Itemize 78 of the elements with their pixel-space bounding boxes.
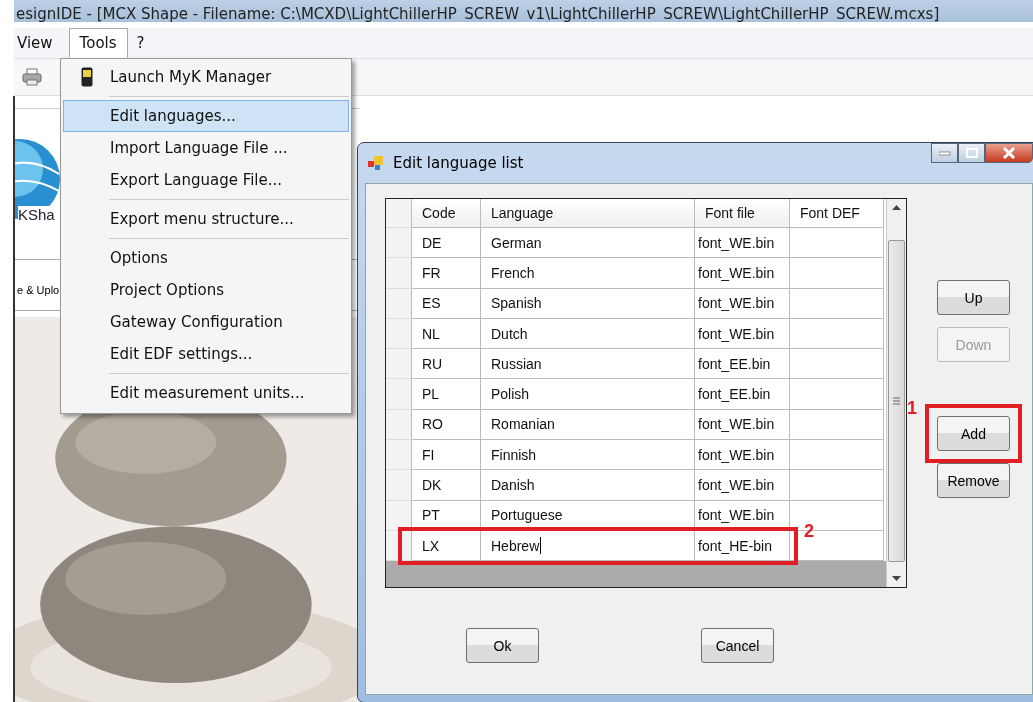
row-header[interactable]: [386, 500, 412, 531]
table-cell: NL: [412, 318, 481, 350]
scrollbar[interactable]: [886, 199, 906, 587]
menu-item[interactable]: Project Options: [63, 274, 349, 306]
table-cell: DK: [412, 470, 481, 501]
table-cell: FI: [412, 440, 481, 471]
grip-icon: [893, 397, 900, 405]
table-cell: French: [481, 258, 695, 289]
table-row[interactable]: FI Finnish font_WE.bin: [386, 440, 886, 471]
column-header[interactable]: Code: [412, 199, 481, 228]
restore-button[interactable]: [958, 143, 985, 163]
column-header[interactable]: Language: [481, 199, 695, 228]
close-icon: [1002, 147, 1016, 159]
menu-item[interactable]: Import Language File ...: [63, 132, 349, 164]
table-cell: Spanish: [481, 288, 695, 319]
table-cell: FR: [412, 258, 481, 289]
table-cell: font_WE.bin: [695, 470, 790, 501]
table-row[interactable]: ES Spanish font_WE.bin: [386, 288, 886, 319]
menu-item[interactable]: ?: [133, 28, 157, 58]
side-button[interactable]: Remove: [937, 463, 1010, 498]
table-cell: RU: [412, 349, 481, 380]
dialog-title: Edit language list: [393, 154, 524, 172]
menu-item[interactable]: Edit EDF settings...: [63, 338, 349, 370]
table-cell: Dutch: [481, 318, 695, 350]
menu-item[interactable]: Gateway Configuration: [63, 306, 349, 338]
app-icon: [367, 155, 385, 171]
restore-icon: [965, 148, 978, 158]
menu-item[interactable]: Export menu structure...: [63, 203, 349, 235]
table-row[interactable]: NL Dutch font_WE.bin: [386, 318, 886, 350]
menu-item[interactable]: Launch MyK Manager: [63, 61, 349, 93]
table-row[interactable]: PL Polish font_EE.bin: [386, 379, 886, 410]
down-arrow-icon[interactable]: [892, 576, 901, 581]
table-cell: font_EE.bin: [695, 349, 790, 380]
table-row[interactable]: FR French font_WE.bin: [386, 258, 886, 289]
table-cell: DE: [412, 228, 481, 259]
text-cursor: [540, 537, 542, 555]
column-header[interactable]: Font file: [695, 199, 790, 228]
table-cell: PL: [412, 379, 481, 410]
menu-item[interactable]: Export Language File...: [63, 164, 349, 196]
minimize-icon: [938, 150, 951, 156]
table-cell: RO: [412, 409, 481, 441]
table-cell: font_WE.bin: [695, 228, 790, 259]
table-cell: font_EE.bin: [695, 379, 790, 410]
table-cell: Polish: [481, 379, 695, 410]
callout-number: 1: [907, 398, 917, 419]
up-arrow-icon[interactable]: [892, 205, 901, 210]
table-cell: Danish: [481, 470, 695, 501]
menu-item[interactable]: View: [14, 28, 65, 58]
table-cell: Romanian: [481, 409, 695, 441]
side-button[interactable]: Add: [937, 416, 1010, 451]
printer-icon[interactable]: [22, 68, 42, 86]
table-row[interactable]: DE German font_WE.bin: [386, 228, 886, 259]
table-cell: font_WE.bin: [695, 318, 790, 350]
table-cell: font_WE.bin: [695, 258, 790, 289]
side-button[interactable]: Up: [937, 280, 1010, 315]
table-cell: Finnish: [481, 440, 695, 471]
menu-item[interactable]: Edit languages...: [63, 100, 349, 132]
minimize-button[interactable]: [931, 143, 958, 163]
column-header[interactable]: Font DEF: [790, 199, 884, 228]
table-row[interactable]: RU Russian font_EE.bin: [386, 349, 886, 380]
dialog-button[interactable]: Ok: [466, 628, 539, 663]
menu-item[interactable]: Tools: [68, 28, 128, 58]
table-cell: ES: [412, 288, 481, 319]
table-row[interactable]: DK Danish font_WE.bin: [386, 470, 886, 501]
table-cell: Russian: [481, 349, 695, 380]
dialog-button[interactable]: Cancel: [701, 628, 774, 663]
table-row[interactable]: RO Romanian font_WE.bin: [386, 409, 886, 441]
menu-item[interactable]: Options: [63, 242, 349, 274]
table-cell: font_WE.bin: [695, 409, 790, 441]
close-button[interactable]: [985, 143, 1033, 163]
menu-item[interactable]: Edit measurement units...: [63, 377, 349, 409]
logo-text: KSha: [18, 205, 55, 223]
table-cell: font_WE.bin: [695, 288, 790, 319]
phone-icon: [81, 67, 93, 87]
table-cell: German: [481, 228, 695, 259]
table-cell: font_WE.bin: [695, 440, 790, 471]
header-corner: [386, 199, 412, 228]
tab-label[interactable]: e & Uplo: [17, 284, 60, 296]
